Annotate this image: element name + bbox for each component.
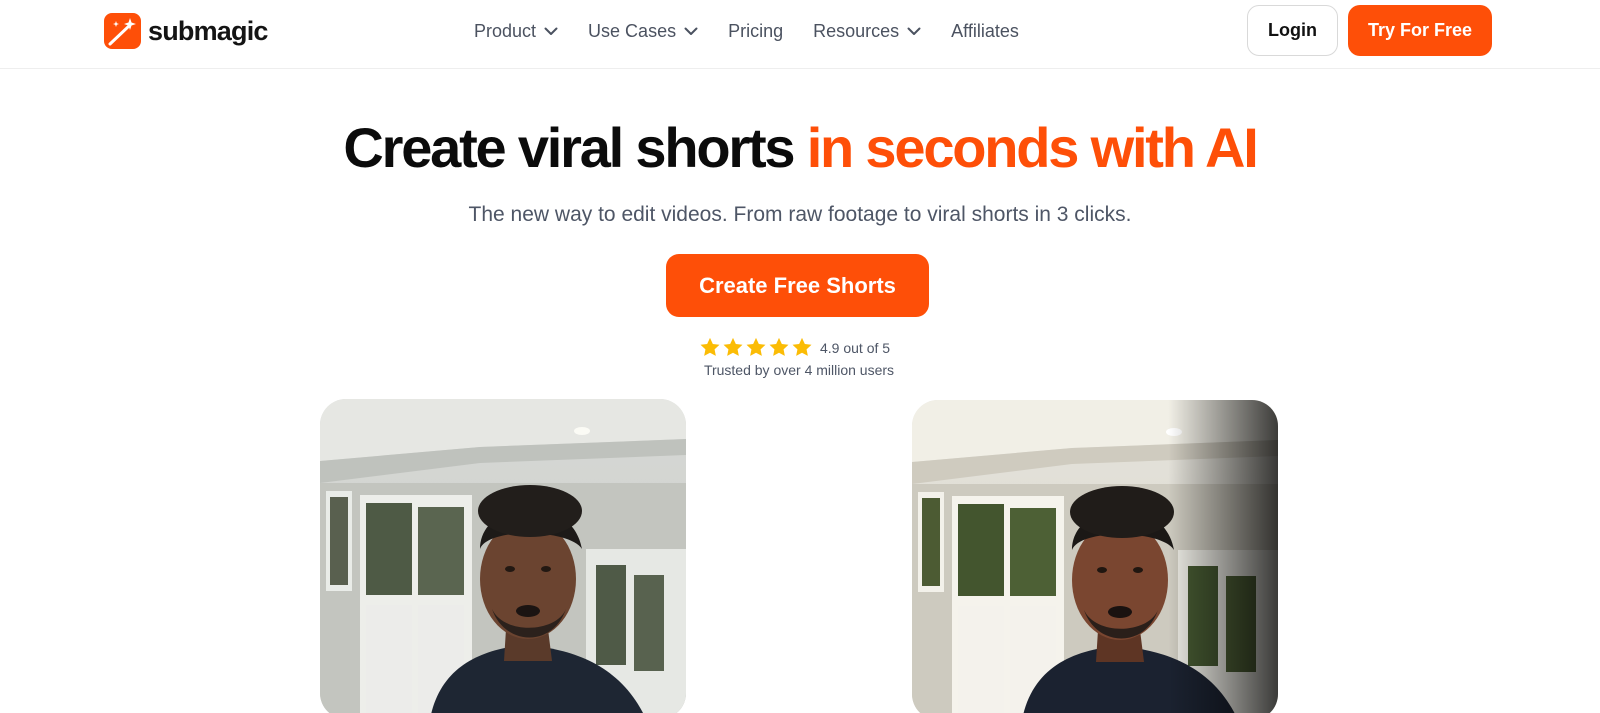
site-header: submagic Product Use Cases Pricing Resou…: [0, 0, 1600, 69]
rating-score: 4.9 out of 5: [820, 340, 891, 356]
headline-dark: Create viral shorts: [343, 116, 795, 179]
login-button[interactable]: Login: [1247, 5, 1338, 56]
create-free-shorts-button[interactable]: Create Free Shorts: [666, 254, 929, 317]
logo-text: submagic: [148, 15, 268, 46]
nav-item-label: Pricing: [728, 20, 784, 41]
after-video[interactable]: [912, 400, 1278, 713]
chevron-down-icon: [907, 27, 921, 36]
trusted-by-text: Trusted by over 4 million users: [703, 362, 895, 378]
nav-item-product[interactable]: Product: [474, 21, 558, 42]
main-nav: Product Use Cases Pricing Resources Affi…: [474, 0, 1019, 62]
logo[interactable]: submagic: [104, 13, 268, 49]
star-icon: [745, 337, 768, 359]
hero-subheadline: The new way to edit videos. From raw foo…: [468, 203, 1132, 226]
nav-item-label: Affiliates: [951, 20, 1019, 41]
star-icon: [791, 337, 814, 359]
nav-item-label: Resources: [813, 20, 900, 41]
headline-accent: in seconds with AI: [806, 116, 1259, 179]
nav-item-label: Use Cases: [588, 20, 677, 41]
nav-item-use-cases[interactable]: Use Cases: [588, 21, 698, 42]
star-icon: [768, 337, 791, 359]
rating: 4.9 out of 5: [699, 337, 890, 359]
star-icon: [722, 337, 745, 359]
star-icon: [699, 337, 722, 359]
chevron-down-icon: [684, 27, 698, 36]
rating-stars: [699, 337, 814, 359]
chevron-down-icon: [544, 27, 558, 36]
nav-item-affiliates[interactable]: Affiliates: [951, 21, 1019, 42]
nav-item-label: Product: [474, 20, 537, 41]
before-video[interactable]: [320, 399, 686, 713]
hero-headline: Create viral shorts in seconds with AI: [0, 116, 1600, 180]
magic-wand-icon: [104, 13, 141, 49]
nav-item-pricing[interactable]: Pricing: [728, 21, 783, 42]
nav-item-resources[interactable]: Resources: [813, 21, 921, 42]
try-for-free-button[interactable]: Try For Free: [1348, 5, 1492, 56]
